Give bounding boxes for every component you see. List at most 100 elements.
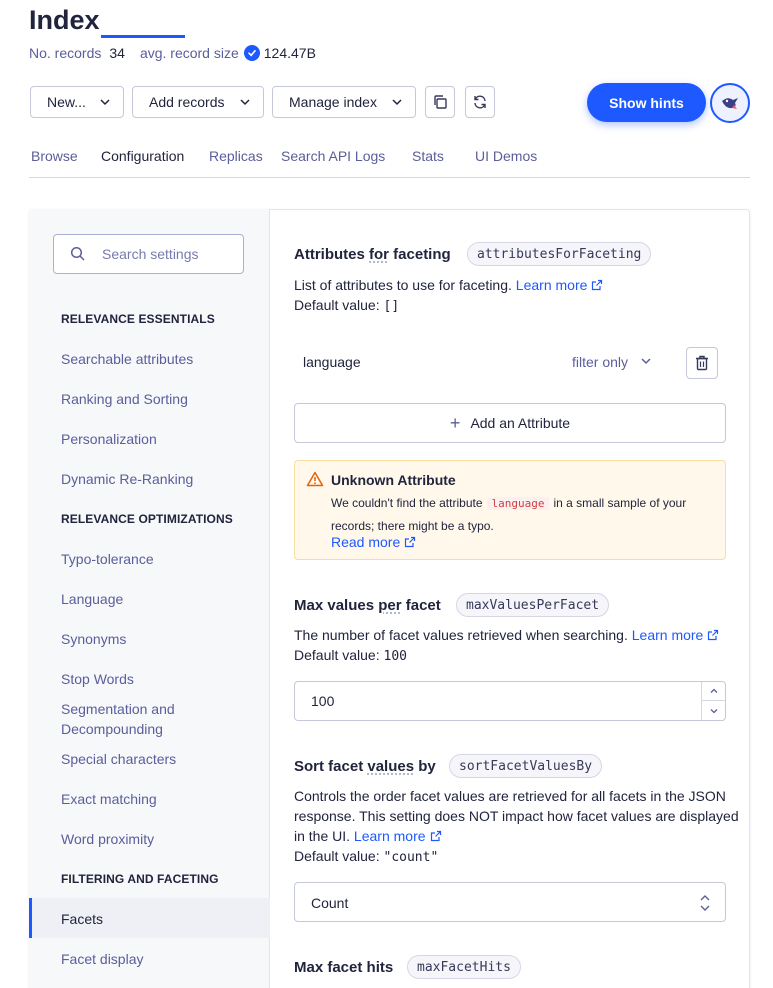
faceting-learn-more-text: Learn more [515,277,588,293]
max-values-heading-a: Max values [294,597,379,614]
chevron-down-icon [240,99,250,106]
select-arrows-icon [700,895,710,911]
warning-title: Unknown Attribute [331,472,456,488]
check-icon [243,45,260,61]
sort-facet-param-badge: sortFacetValuesBy [449,754,603,778]
sidebar-item-facet-display[interactable]: Facet display [61,949,251,969]
max-values-input[interactable]: 100 [294,681,726,721]
sidebar-item-facets[interactable]: Facets [61,909,251,929]
sort-facet-heading-a: Sort facet [294,758,368,775]
records-count: 34 [109,45,125,61]
warning-read-more-link[interactable]: Read more [331,534,416,550]
tab-bar: Browse Configuration Replicas Search API… [29,140,750,178]
facet-mode-select[interactable]: filter only [572,354,652,370]
add-attribute-label: Add an Attribute [470,415,571,431]
sidebar-item-personalization[interactable]: Personalization [61,429,251,449]
max-values-desc-text: The number of facet values retrieved whe… [294,627,628,643]
sort-facet-desc-line-1: Controls the order facet values are retr… [294,788,726,804]
tab-ui-demos[interactable]: UI Demos [475,148,537,164]
sort-facet-heading: Sort facet values by [294,758,436,775]
size-value: 124.47B [263,45,316,61]
sidebar-item-synonyms[interactable]: Synonyms [61,629,251,649]
trash-icon [696,355,708,371]
search-icon [70,246,85,261]
manage-index-button[interactable]: Manage index [272,86,416,118]
tab-browse[interactable]: Browse [31,148,78,164]
active-tab-indicator [101,35,185,38]
warning-text-before: We couldn't find the attribute [331,496,483,510]
max-values-heading: Max values per facet [294,597,441,614]
chevron-up-icon [710,688,717,693]
index-meta: No. records 34 avg. record size 124.47B [29,45,316,61]
sort-facet-desc-line-3: in the UI. Learn more [294,826,442,846]
plus-icon: + [449,412,461,433]
sidebar-item-exact-matching[interactable]: Exact matching [61,789,251,809]
external-link-icon [592,279,603,291]
tab-search-api-logs[interactable]: Search API Logs [281,148,385,164]
tab-configuration[interactable]: Configuration [101,148,184,164]
sort-facet-default-value: "count" [383,850,439,865]
external-link-icon [405,536,416,548]
faceting-default-label: Default value: [294,297,380,313]
tab-stats[interactable]: Stats [412,148,444,164]
add-attribute-button[interactable]: + Add an Attribute [294,403,726,443]
sort-facet-desc-line-2: response. This setting does NOT impact h… [294,808,739,824]
size-label: avg. record size [139,45,239,61]
avatar[interactable] [710,83,750,123]
facet-mode-value: filter only [572,354,629,370]
copy-icon [434,95,447,109]
sidebar-item-ranking-and-sorting[interactable]: Ranking and Sorting [61,389,251,409]
max-values-heading-b: per [378,597,402,614]
faceting-heading-a: Attributes [294,246,369,263]
sort-facet-learn-more-link[interactable]: Learn more [354,828,442,844]
records-label: No. records [29,45,102,61]
sidebar-item-word-proximity[interactable]: Word proximity [61,829,251,849]
faceting-param-badge: attributesForFaceting [467,242,652,266]
sidebar-item-typo-tolerance[interactable]: Typo-tolerance [61,549,251,569]
sort-facet-default-label: Default value: [294,848,380,864]
chevron-down-icon [710,708,717,713]
sidebar-item-searchable-attributes[interactable]: Searchable attributes [61,349,251,369]
sidebar-item-stop-words[interactable]: Stop Words [61,669,251,689]
sidebar-item-language[interactable]: Language [61,589,251,609]
search-placeholder: Search settings [102,246,199,262]
search-settings-input[interactable]: Search settings [53,234,244,274]
max-values-input-value: 100 [311,693,335,709]
max-values-default-label: Default value: [294,647,380,663]
sort-facet-heading-c: by [414,758,436,775]
sort-facet-select[interactable]: Count [294,882,726,922]
add-records-label: Add records [149,94,225,110]
faceting-default: Default value: [] [294,295,399,317]
max-values-learn-more-link[interactable]: Learn more [632,627,720,643]
faceting-default-value: [] [383,299,400,314]
new-button[interactable]: New... [30,86,124,118]
tab-replicas[interactable]: Replicas [209,148,263,164]
faceting-description: List of attributes to use for faceting. … [294,275,603,295]
sort-facet-default: Default value: "count" [294,846,438,868]
external-link-icon [708,629,719,641]
refresh-button[interactable] [465,86,495,118]
sidebar-item-dynamic-re-ranking[interactable]: Dynamic Re-Ranking [61,469,251,489]
copy-index-button[interactable] [425,86,455,118]
faceting-learn-more-link[interactable]: Learn more [516,277,604,293]
stepper-up-button[interactable] [702,682,725,701]
stepper-down-button[interactable] [702,701,725,720]
max-values-description: The number of facet values retrieved whe… [294,625,719,645]
delete-attribute-button[interactable] [686,347,718,379]
page-title: Index [29,5,100,35]
add-records-button[interactable]: Add records [132,86,264,118]
number-stepper[interactable] [701,682,725,720]
warning-read-more-text: Read more [331,534,401,550]
show-hints-button[interactable]: Show hints [587,83,706,122]
facet-attribute-name: language [303,354,361,370]
unknown-attribute-warning: Unknown Attribute We couldn't find the a… [294,460,726,560]
sidebar-item-special-characters[interactable]: Special characters [61,749,251,769]
sidebar-item-segmentation[interactable]: Segmentation and Decompounding [61,699,191,739]
max-facet-hits-param-badge: maxFacetHits [407,955,521,979]
sort-facet-desc-text-3: in the UI. [294,828,351,844]
chevron-down-icon [641,358,651,365]
sort-facet-select-value: Count [311,895,349,911]
section-filtering-and-faceting: FILTERING AND FACETING [61,872,219,886]
section-relevance-optimizations: RELEVANCE OPTIMIZATIONS [61,512,233,526]
faceting-heading-c: faceting [389,246,451,263]
